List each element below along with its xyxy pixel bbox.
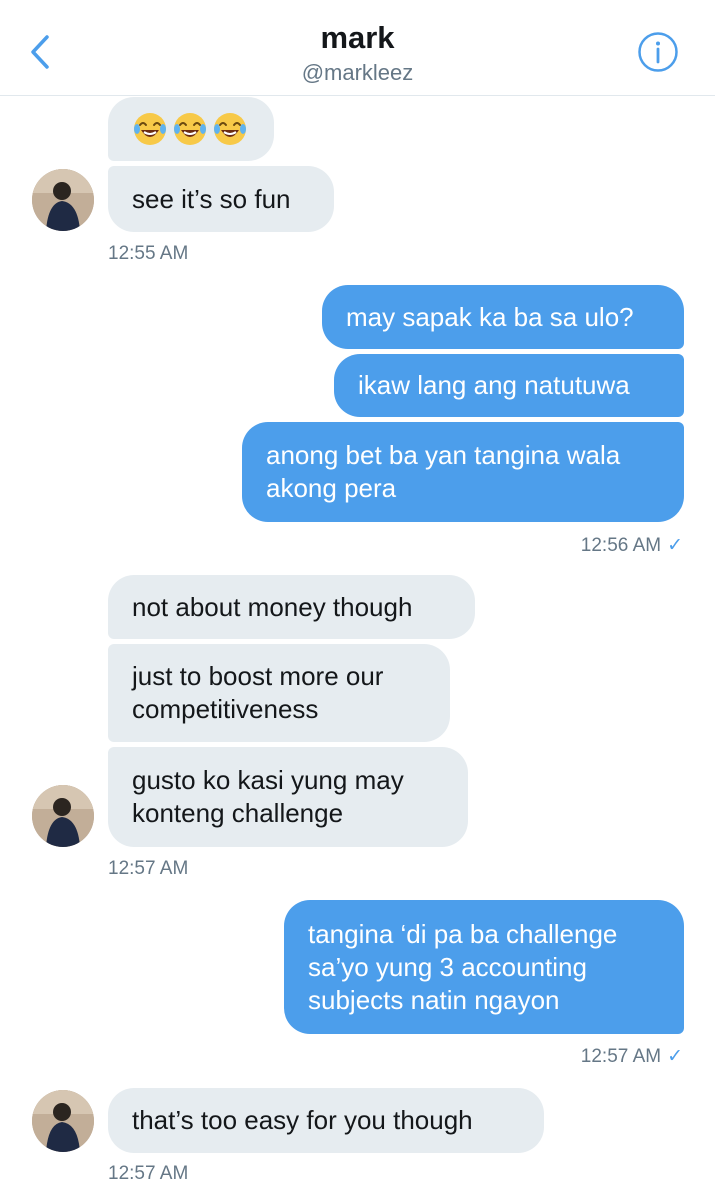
message-timestamp: 12:55 AM — [108, 243, 189, 264]
checkmark-icon: ✓ — [667, 535, 683, 556]
conversation-header: mark @markleez — [0, 0, 715, 96]
contact-name[interactable]: mark — [0, 20, 715, 56]
message-timestamp: 12:57 AM — [108, 1163, 189, 1184]
message-timestamp: 12:57 AM ✓ — [581, 1045, 683, 1068]
avatar[interactable] — [32, 169, 94, 231]
outgoing-message-bubble[interactable]: ikaw lang ang natutuwa — [334, 354, 684, 417]
checkmark-icon: ✓ — [667, 1046, 683, 1067]
avatar[interactable] — [32, 785, 94, 847]
info-circle-icon — [638, 32, 678, 72]
incoming-message-bubble[interactable]: not about money though — [108, 575, 475, 639]
incoming-message-bubble[interactable]: see it’s so fun — [108, 166, 334, 232]
outgoing-message-bubble[interactable]: anong bet ba yan tangina wala akong pera — [242, 422, 684, 522]
incoming-message-bubble[interactable]: that’s too easy for you though — [108, 1088, 544, 1153]
timestamp-text: 12:56 AM — [580, 535, 662, 556]
incoming-message-bubble[interactable] — [108, 97, 274, 161]
tears-of-joy-emoji-icon — [134, 113, 166, 145]
incoming-message-bubble[interactable]: just to boost more our competitiveness — [108, 644, 450, 742]
incoming-message-bubble[interactable]: gusto ko kasi yung may konteng challenge — [108, 747, 468, 847]
message-timestamp: 12:56 AM ✓ — [581, 534, 683, 557]
contact-handle[interactable]: @markleez — [0, 60, 715, 86]
message-text: may sapak ka ba sa ulo? — [346, 301, 634, 332]
emoji-row — [132, 111, 248, 147]
outgoing-message-bubble[interactable]: tangina ‘di pa ba challenge sa’yo yung 3… — [284, 900, 684, 1034]
info-button[interactable] — [636, 30, 680, 74]
avatar[interactable] — [32, 1090, 94, 1152]
message-text: gusto ko kasi yung may konteng challenge — [132, 765, 404, 828]
message-text: ikaw lang ang natutuwa — [358, 370, 630, 400]
message-text: that’s too easy for you though — [132, 1105, 473, 1135]
message-text: not about money though — [132, 591, 413, 622]
outgoing-message-bubble[interactable]: may sapak ka ba sa ulo? — [322, 285, 684, 349]
message-text: anong bet ba yan tangina wala akong pera — [266, 440, 621, 503]
message-timestamp: 12:57 AM — [108, 858, 189, 879]
tears-of-joy-emoji-icon — [214, 113, 246, 145]
message-text: see it’s so fun — [132, 183, 291, 214]
tears-of-joy-emoji-icon — [174, 113, 206, 145]
message-text: just to boost more our competitiveness — [132, 661, 384, 724]
timestamp-text: 12:57 AM — [580, 1046, 662, 1067]
message-text: tangina ‘di pa ba challenge sa’yo yung 3… — [308, 918, 618, 1015]
